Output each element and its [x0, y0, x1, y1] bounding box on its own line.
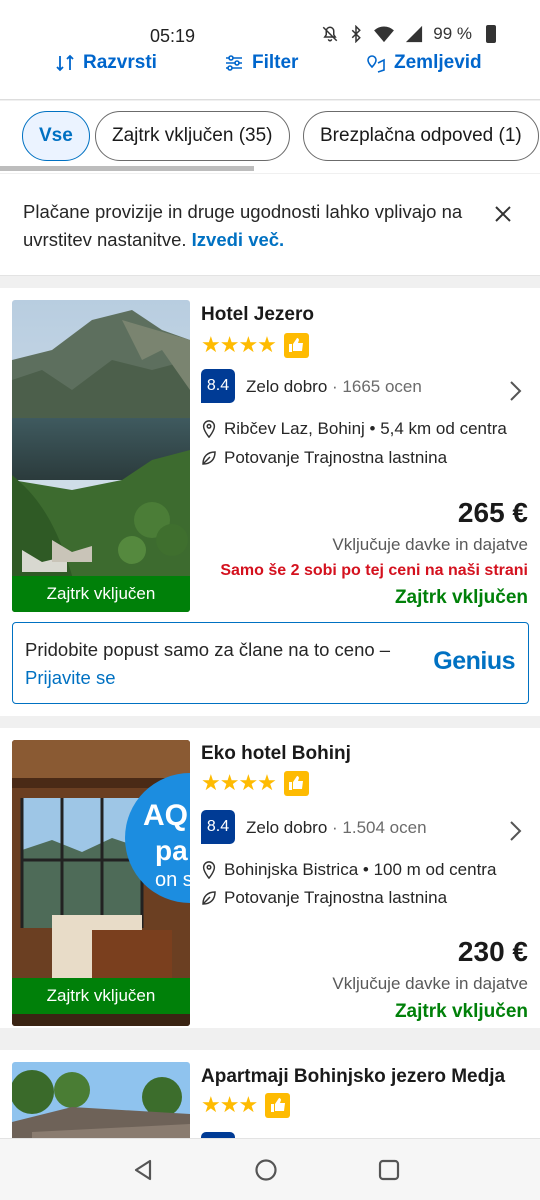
- battery-percent: 99 %: [433, 24, 472, 43]
- sustainability-text: Potovanje Trajnostna lastnina: [224, 888, 448, 907]
- score-word: Zelo dobro: [246, 818, 328, 837]
- home-icon[interactable]: [254, 1158, 278, 1182]
- location-row: Bohinjska Bistrica • 100 m od centra: [201, 860, 496, 880]
- review-score: 8.4: [201, 369, 235, 403]
- genius-logo: Genius: [433, 647, 515, 675]
- review-score: 8.4: [201, 810, 235, 844]
- map-label: Zemljevid: [394, 52, 482, 73]
- filter-chips: Vse Zajtrk vključen (35) Brezplačna odpo…: [0, 101, 540, 173]
- stars: ★★★: [201, 1092, 258, 1117]
- hotel-photo[interactable]: Zajtrk vključen: [12, 300, 190, 612]
- price: 265 €: [457, 497, 528, 528]
- genius-banner[interactable]: Pridobite popust samo za člane na to cen…: [12, 622, 529, 704]
- sustainability-row: Potovanje Trajnostna lastnina: [201, 448, 447, 468]
- ranking-notice: Plačane provizije in druge ugodnosti lah…: [0, 174, 540, 276]
- sort-icon: [56, 54, 74, 72]
- dot-separator: ·: [332, 377, 343, 396]
- breakfast-included-label: Zajtrk vključen: [394, 587, 528, 608]
- scarcity-message: Samo še 2 sobi po tej ceni na naši stran…: [220, 562, 528, 579]
- hotel-card[interactable]: Apartmaji Bohinjsko jezero Medja ★★★: [0, 1050, 540, 1138]
- sort-filter-toolbar: Razvrsti Filter Zemljevid: [0, 50, 540, 100]
- overlay-text-1: AQ: [143, 799, 188, 832]
- location-pin-icon: [202, 420, 216, 438]
- map-button[interactable]: Zemljevid: [366, 52, 482, 74]
- hotel-card[interactable]: AQ pa on s Zajtrk vključen Eko hotel Boh…: [0, 728, 540, 1028]
- leaf-icon: [202, 891, 216, 905]
- status-bar: 05:19 99 %: [0, 0, 540, 56]
- score-word: Zelo dobro: [246, 377, 328, 396]
- thumbs-up-icon: [265, 1092, 291, 1118]
- chevron-right-icon[interactable]: [508, 820, 522, 842]
- thumbs-up-icon: [283, 770, 309, 796]
- location-text: Bohinjska Bistrica • 100 m od centra: [224, 860, 497, 879]
- back-icon[interactable]: [131, 1158, 155, 1182]
- location-row: Ribčev Laz, Bohinj • 5,4 km od centra: [201, 419, 507, 439]
- status-icons: 99 %: [321, 24, 496, 44]
- tax-note: Vključuje davke in dajatve: [332, 974, 528, 993]
- sort-button[interactable]: Razvrsti: [55, 52, 157, 74]
- sort-label: Razvrsti: [83, 52, 157, 73]
- mute-icon: [322, 26, 338, 42]
- sign-in-link[interactable]: Prijavite se: [25, 667, 115, 688]
- breakfast-badge: Zajtrk vključen: [12, 978, 190, 1014]
- status-time: 05:19: [150, 26, 196, 46]
- review-summary: Zelo dobro · 1.504 ocen: [246, 818, 427, 838]
- tax-note: Vključuje davke in dajatve: [332, 535, 528, 554]
- stars: ★★★★: [201, 770, 277, 795]
- breakfast-included-label: Zajtrk vključen: [394, 1001, 528, 1022]
- review-summary: Zelo dobro · 1665 ocen: [246, 377, 422, 397]
- chip-free-cancellation[interactable]: Brezplačna odpoved (1): [303, 111, 539, 161]
- overlay-text-3: on s: [155, 869, 190, 891]
- hotel-name[interactable]: Hotel Jezero: [201, 304, 314, 326]
- close-icon[interactable]: [493, 204, 513, 224]
- star-rating: ★★★★: [201, 332, 309, 358]
- map-pin-icon: [367, 55, 385, 73]
- review-count: 1665 ocen: [342, 377, 422, 396]
- learn-more-link[interactable]: Izvedi več.: [192, 229, 285, 250]
- filter-icon: [226, 55, 242, 71]
- genius-body: Pridobite popust samo za člane na to cen…: [25, 639, 391, 660]
- bluetooth-icon: [351, 25, 362, 43]
- sustainability-text: Potovanje Trajnostna lastnina: [224, 448, 448, 467]
- hotel-name[interactable]: Apartmaji Bohinjsko jezero Medja: [201, 1066, 505, 1088]
- chip-all[interactable]: Vse: [22, 111, 90, 161]
- apartment-photo-image: [12, 1062, 190, 1138]
- notice-text: Plačane provizije in druge ugodnosti lah…: [23, 198, 473, 254]
- hotel-photo[interactable]: AQ pa on s Zajtrk vključen: [12, 740, 190, 1026]
- thumbs-up-icon: [283, 332, 309, 358]
- breakfast-badge: Zajtrk vključen: [12, 576, 190, 612]
- review-count: 1.504 ocen: [342, 818, 427, 837]
- dot-separator: ·: [332, 818, 343, 837]
- location-text: Ribčev Laz, Bohinj • 5,4 km od centra: [224, 419, 507, 438]
- star-rating: ★★★: [201, 1092, 291, 1118]
- chip-breakfast-included[interactable]: Zajtrk vključen (35): [95, 111, 290, 161]
- overlay-text-2: pa: [155, 835, 188, 866]
- location-pin-icon: [202, 861, 216, 879]
- filter-label: Filter: [252, 52, 299, 73]
- system-nav-bar: [0, 1138, 540, 1200]
- star-rating: ★★★★: [201, 770, 309, 796]
- battery-icon: [486, 25, 496, 43]
- chips-scroll-indicator: [0, 166, 254, 171]
- price: 230 €: [457, 936, 528, 967]
- chevron-right-icon[interactable]: [508, 380, 522, 402]
- leaf-icon: [202, 451, 216, 465]
- hotel-name[interactable]: Eko hotel Bohinj: [201, 743, 351, 765]
- hotel-photo[interactable]: [12, 1062, 190, 1138]
- recents-icon[interactable]: [377, 1158, 401, 1182]
- genius-text: Pridobite popust samo za člane na to cen…: [25, 636, 425, 692]
- sustainability-row: Potovanje Trajnostna lastnina: [201, 888, 447, 908]
- filter-button[interactable]: Filter: [224, 52, 298, 74]
- lake-photo-image: [12, 300, 190, 612]
- signal-icon: [406, 25, 423, 43]
- wifi-icon: [374, 26, 395, 43]
- stars: ★★★★: [201, 332, 277, 357]
